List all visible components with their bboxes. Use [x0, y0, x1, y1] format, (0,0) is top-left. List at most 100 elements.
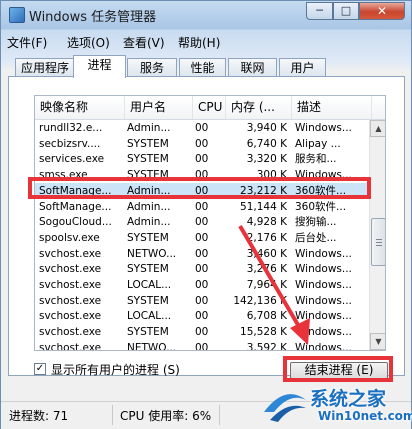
process-desc-cell: 搜狗输... [295, 216, 337, 229]
process-row[interactable]: svchost.exe SYSTEM 00 15,528 K Windows... [35, 324, 376, 340]
process-user-cell: Admin... [127, 122, 171, 134]
process-row[interactable]: svchost.exe SYSTEM 00 142,136 K Windows... [35, 293, 376, 309]
tab-services[interactable]: 服务 [127, 58, 177, 77]
process-cpu-cell: 00 [195, 310, 209, 323]
process-user-cell: NETWO... [127, 341, 177, 351]
process-list: 映像名称 用户名 CPU 内存 (... 描述 rundll32.e... Adm… [34, 95, 386, 351]
task-manager-app-icon [9, 7, 25, 23]
process-row[interactable]: svchost.exe NETWO... 00 3,460 K Windows... [35, 246, 376, 262]
process-user-cell: LOCAL... [127, 279, 172, 291]
process-row[interactable]: secbizsrv.... SYSTEM 00 6,740 K Alipay ... [35, 136, 376, 152]
column-cpu[interactable]: CPU [193, 96, 226, 119]
process-mem-cell: 2,176 K [246, 231, 287, 244]
process-desc-cell: Windows... [295, 326, 352, 339]
tab-performance[interactable]: 性能 [179, 58, 226, 77]
maximize-button[interactable]: □ [333, 2, 359, 20]
process-mem-cell: 6,740 K [246, 137, 287, 150]
process-name-cell: SogouCloud... [39, 216, 112, 229]
process-name-cell: svchost.exe [39, 263, 102, 276]
title-bar[interactable]: Windows 任务管理器 ─ □ ✕ [1, 1, 411, 29]
process-mem-cell: 23,212 K [240, 184, 287, 197]
process-name-cell: smss.exe [39, 169, 88, 182]
process-cpu-cell: 00 [195, 294, 209, 307]
column-memory[interactable]: 内存 (... [226, 96, 292, 119]
tab-processes[interactable]: 进程 [73, 55, 126, 78]
process-desc-cell: 后台处... [295, 231, 337, 244]
task-manager-window: Windows 任务管理器 ─ □ ✕ 文件(F) 选项(O) 查看(V) 帮助… [0, 0, 412, 429]
process-name-cell: svchost.exe [39, 310, 102, 323]
process-mem-cell: 7,964 K [246, 279, 287, 291]
menu-view[interactable]: 查看(V) [123, 34, 165, 51]
process-desc-cell: 服务和... [295, 153, 337, 166]
process-user-cell: SYSTEM [127, 263, 169, 276]
process-user-cell: Admin... [127, 200, 171, 213]
process-cpu-cell: 00 [195, 263, 209, 276]
process-desc-cell: 360软件... [295, 184, 347, 197]
column-user-name[interactable]: 用户名 [125, 96, 193, 119]
close-button[interactable]: ✕ [359, 2, 405, 20]
process-mem-cell: 4,928 K [246, 216, 287, 229]
process-row[interactable]: SogouCloud... Admin... 00 4,928 K 搜狗输... [35, 214, 376, 230]
menu-options[interactable]: 选项(O) [67, 34, 110, 51]
process-cpu-cell: 00 [195, 247, 209, 260]
tab-networking[interactable]: 联网 [228, 58, 277, 77]
show-all-users-label[interactable]: 显示所有用户的进程 (S) [51, 361, 180, 378]
status-cpu-usage: CPU 使用率: 6% [120, 409, 212, 423]
menu-help[interactable]: 帮助(H) [178, 34, 220, 51]
process-cpu-cell: 00 [195, 137, 209, 150]
column-image-name[interactable]: 映像名称 [35, 96, 125, 119]
process-desc-cell: Windows... [295, 122, 352, 134]
tab-applications[interactable]: 应用程序 [15, 58, 75, 77]
process-row[interactable]: rundll32.e... Admin... 00 3,940 K Windows... [35, 120, 376, 136]
status-process-count: 进程数: 71 [9, 409, 69, 423]
process-cpu-cell: 00 [195, 326, 209, 339]
process-mem-cell: 3,460 K [246, 247, 287, 260]
process-row[interactable]: SoftManage... Admin... 00 23,212 K 360软件... [35, 182, 376, 199]
tab-users[interactable]: 用户 [279, 58, 326, 77]
process-cpu-cell: 00 [195, 279, 209, 291]
process-name-cell: services.exe [39, 153, 105, 166]
status-bar: 进程数: 71 CPU 使用率: 6% [1, 401, 411, 429]
process-desc-cell: Alipay ... [295, 137, 341, 150]
process-cpu-cell: 00 [195, 216, 209, 229]
process-row[interactable]: smss.exe SYSTEM 00 300 K Windows... [35, 167, 376, 183]
column-description[interactable]: 描述 [292, 96, 372, 119]
process-mem-cell: 3,592 K [246, 341, 287, 351]
process-name-cell: SoftManage... [39, 184, 112, 197]
process-desc-cell: Windows... [295, 169, 352, 182]
process-mem-cell: 6,708 K [246, 310, 287, 323]
menu-bar: 文件(F) 选项(O) 查看(V) 帮助(H) [1, 31, 411, 51]
process-row[interactable]: svchost.exe LOCAL... 00 6,708 K Windows... [35, 308, 376, 324]
process-user-cell: SYSTEM [127, 294, 169, 307]
process-user-cell: SYSTEM [127, 169, 169, 182]
show-all-users-checkbox[interactable]: ✓ [34, 363, 46, 375]
process-row[interactable]: svchost.exe SYSTEM 00 3,276 K Windows... [35, 261, 376, 277]
menu-file[interactable]: 文件(F) [7, 34, 47, 51]
window-title: Windows 任务管理器 [29, 10, 157, 25]
process-name-cell: svchost.exe [39, 279, 102, 291]
minimize-button[interactable]: ─ [306, 2, 333, 20]
scroll-thumb[interactable] [371, 218, 385, 266]
process-mem-cell: 51,144 K [240, 200, 287, 213]
process-row[interactable]: services.exe SYSTEM 00 3,320 K 服务和... [35, 151, 376, 167]
scroll-down-icon[interactable]: ▼ [370, 333, 385, 350]
process-mem-cell: 15,528 K [240, 326, 287, 339]
process-user-cell: SYSTEM [127, 137, 169, 150]
process-row[interactable]: svchost.exe LOCAL... 00 7,964 K Windows... [35, 277, 376, 293]
process-user-cell: NETWO... [127, 247, 177, 260]
end-process-button[interactable]: 结束进程 (E) [290, 362, 388, 379]
process-name-cell: spoolsv.exe [39, 231, 100, 244]
process-name-cell: svchost.exe [39, 294, 102, 307]
vertical-scrollbar[interactable]: ▲ ▼ [369, 120, 385, 350]
process-row[interactable]: spoolsv.exe SYSTEM 00 2,176 K 后台处... [35, 230, 376, 246]
tab-strip: 应用程序 进程 服务 性能 联网 用户 [1, 55, 411, 78]
process-mem-cell: 3,276 K [246, 263, 287, 276]
process-name-cell: svchost.exe [39, 326, 102, 339]
process-row[interactable]: SoftManage... Admin... 00 51,144 K 360软件... [35, 199, 376, 215]
process-desc-cell: Windows... [295, 279, 352, 291]
scroll-up-icon[interactable]: ▲ [370, 120, 385, 137]
process-mem-cell: 300 K [256, 169, 287, 182]
process-row[interactable]: svchost.exe NETWO... 00 3,592 K Windows... [35, 340, 376, 351]
process-cpu-cell: 00 [195, 184, 209, 197]
process-mem-cell: 142,136 K [233, 294, 287, 307]
